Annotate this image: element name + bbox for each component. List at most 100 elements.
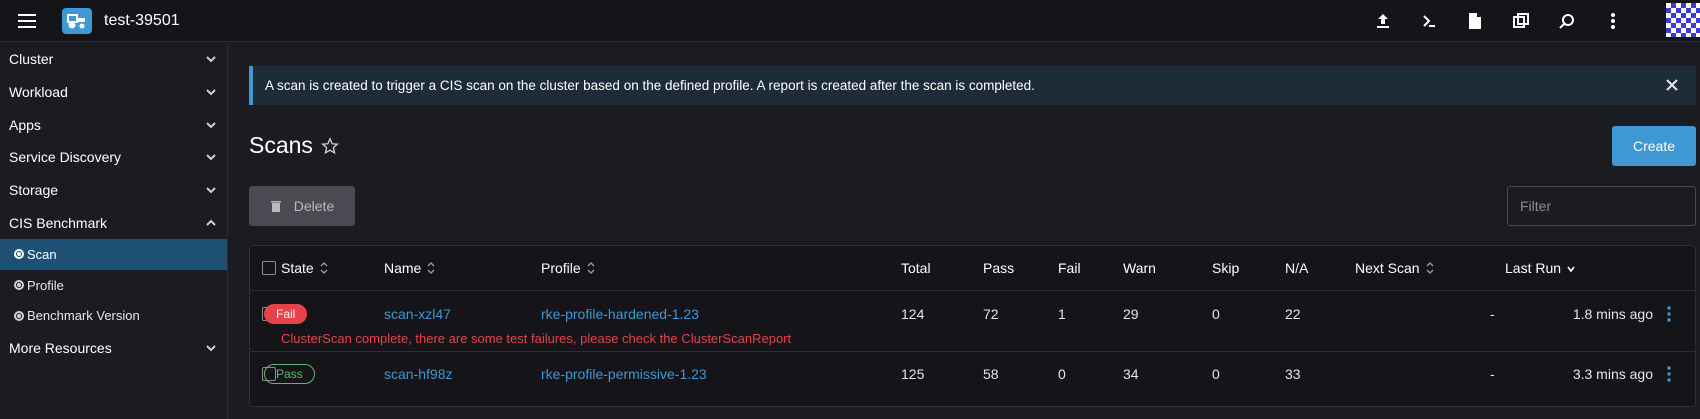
- chevron-down-icon: [206, 122, 216, 129]
- total-cell: 124: [901, 306, 925, 322]
- scan-name-link[interactable]: scan-xzl47: [384, 306, 451, 322]
- more-vertical-icon: [1611, 13, 1615, 29]
- nav-group-label: Cluster: [9, 51, 54, 68]
- close-icon[interactable]: [1664, 77, 1680, 93]
- column-header-last-run[interactable]: Last Run: [1505, 260, 1576, 276]
- sidebar-item-profile[interactable]: Profile: [0, 270, 227, 301]
- nav-group-storage[interactable]: Storage: [0, 174, 227, 207]
- sidebar-item-scan[interactable]: Scan: [0, 239, 227, 270]
- column-header-pass: Pass: [983, 260, 1015, 276]
- copy-icon: [1513, 13, 1529, 28]
- profile-link[interactable]: rke-profile-permissive-1.23: [541, 366, 707, 382]
- page-title-text: Scans: [249, 132, 313, 158]
- warn-cell: 29: [1123, 306, 1139, 322]
- na-cell: 22: [1285, 306, 1301, 322]
- copy-kubeconfig-button[interactable]: [1504, 4, 1538, 38]
- nav-group-cis-benchmark[interactable]: CIS Benchmark: [0, 206, 227, 239]
- sort-icon: [320, 262, 328, 274]
- create-button[interactable]: Create: [1612, 126, 1696, 166]
- nav-group-label: Workload: [9, 84, 68, 101]
- sort-descending-icon: [1567, 266, 1575, 273]
- delete-label: Delete: [293, 198, 335, 214]
- next-scan-cell: -: [1490, 366, 1495, 382]
- skip-cell: 0: [1212, 366, 1220, 382]
- column-label: State: [281, 260, 314, 276]
- select-all-checkbox[interactable]: [262, 261, 276, 275]
- nav-group-more-resources[interactable]: More Resources: [0, 331, 227, 364]
- delete-button[interactable]: Delete: [249, 186, 355, 226]
- scan-name-link[interactable]: scan-hf98z: [384, 366, 452, 382]
- fail-cell: 0: [1058, 366, 1066, 382]
- pass-cell: 72: [983, 306, 999, 322]
- row-error-message: ClusterScan complete, there are some tes…: [281, 331, 792, 346]
- nav-group-label: Service Discovery: [9, 149, 122, 166]
- upload-icon: [1377, 14, 1389, 28]
- file-icon: [1469, 13, 1481, 29]
- column-label: Next Scan: [1355, 260, 1420, 276]
- radio-dot-icon: [14, 280, 24, 291]
- status-badge: Fail: [264, 304, 308, 324]
- nav-group-apps[interactable]: Apps: [0, 108, 227, 141]
- column-header-state[interactable]: State: [281, 260, 329, 276]
- sort-icon: [587, 262, 595, 274]
- fail-cell: 1: [1058, 306, 1066, 322]
- column-header-name[interactable]: Name: [384, 260, 436, 276]
- hamburger-menu-button[interactable]: [0, 0, 54, 42]
- nav-group-workload[interactable]: Workload: [0, 76, 227, 109]
- more-actions-button[interactable]: [1596, 4, 1630, 38]
- chevron-down-icon: [206, 187, 216, 194]
- user-avatar[interactable]: [1666, 3, 1700, 37]
- last-run-cell: 3.3 mins ago: [1572, 366, 1653, 382]
- profile-link[interactable]: rke-profile-hardened-1.23: [541, 306, 699, 322]
- header-actions: [1354, 0, 1630, 42]
- chevron-down-icon: [206, 344, 216, 351]
- column-header-total: Total: [901, 260, 931, 276]
- sidebar-item-label: Benchmark Version: [27, 308, 140, 324]
- page-title: Scans: [249, 132, 339, 159]
- warn-cell: 34: [1123, 366, 1139, 382]
- nav-group-label: Apps: [9, 116, 41, 133]
- row-actions-button[interactable]: [1667, 366, 1671, 385]
- sort-icon: [1426, 262, 1434, 274]
- chevron-down-icon: [206, 56, 216, 63]
- skip-cell: 0: [1212, 306, 1220, 322]
- column-header-warn: Warn: [1123, 260, 1156, 276]
- radio-dot-icon: [14, 249, 24, 260]
- sidebar-item-label: Scan: [27, 246, 57, 262]
- chevron-up-icon: [206, 219, 216, 226]
- pass-cell: 58: [983, 366, 999, 382]
- status-badge: Pass: [264, 364, 315, 384]
- nav-group-service-discovery[interactable]: Service Discovery: [0, 141, 227, 174]
- side-navigation: Cluster Workload Apps Service Discovery …: [0, 43, 228, 419]
- resource-search-button[interactable]: [1550, 4, 1584, 38]
- menu-icon: [18, 13, 36, 28]
- row-actions-button[interactable]: [1667, 306, 1671, 325]
- cluster-name: test-39501: [104, 11, 180, 29]
- table-row: Pass scan-hf98z rke-profile-permissive-1…: [250, 352, 1695, 402]
- info-banner: A scan is created to trigger a CIS scan …: [249, 66, 1696, 105]
- sidebar-item-label: Profile: [27, 277, 64, 293]
- download-kubeconfig-button[interactable]: [1458, 4, 1492, 38]
- star-icon[interactable]: [321, 136, 339, 155]
- column-header-fail: Fail: [1058, 260, 1081, 276]
- search-icon: [1559, 14, 1574, 29]
- next-scan-cell: -: [1490, 306, 1495, 322]
- state-cell: Fail: [264, 304, 308, 324]
- column-header-profile[interactable]: Profile: [541, 260, 596, 276]
- sidebar-item-benchmark-version[interactable]: Benchmark Version: [0, 301, 227, 332]
- filter-input[interactable]: [1507, 186, 1696, 226]
- nav-group-cluster[interactable]: Cluster: [0, 43, 227, 76]
- kubectl-shell-button[interactable]: [1412, 4, 1446, 38]
- column-header-next-scan[interactable]: Next Scan: [1355, 260, 1435, 276]
- state-cell: Pass: [264, 364, 315, 384]
- scans-table: State Name Profile Total Pass Fail Warn …: [249, 245, 1696, 407]
- tractor-icon: [67, 13, 85, 28]
- import-yaml-button[interactable]: [1366, 4, 1400, 38]
- total-cell: 125: [901, 366, 925, 382]
- nav-group-label: Storage: [9, 182, 59, 199]
- na-cell: 33: [1285, 366, 1301, 382]
- cluster-logo: [62, 7, 92, 34]
- column-label: Name: [384, 260, 422, 276]
- column-header-skip: Skip: [1212, 260, 1240, 276]
- nav-group-label: CIS Benchmark: [9, 214, 108, 231]
